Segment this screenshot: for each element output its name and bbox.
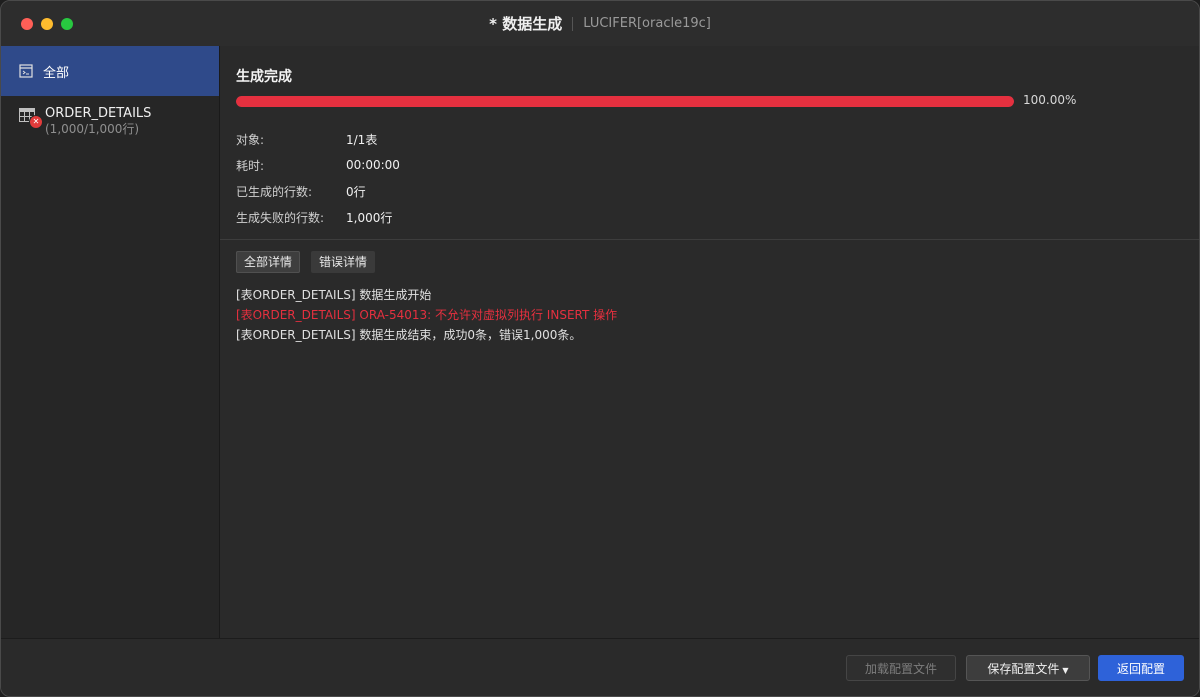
connection-name: LUCIFER[oracle19c] <box>583 16 711 31</box>
table-icon: ✕ <box>19 107 43 129</box>
sidebar-item-all-label: 全部 <box>43 65 70 81</box>
stat-row-failed: 生成失败的行数: 1,000行 <box>236 204 400 230</box>
save-config-button[interactable]: 保存配置文件 ▼ <box>966 655 1090 681</box>
detail-tabs: 全部详情 错误详情 <box>236 251 376 273</box>
data-generation-window: * 数据生成 LUCIFER[oracle19c] 全部 ✕ ORDER_DET… <box>0 0 1200 697</box>
caret-down-icon: ▼ <box>1062 666 1069 675</box>
save-config-label: 保存配置文件 <box>987 662 1060 676</box>
status-title: 生成完成 <box>236 69 292 85</box>
log-line: [表ORDER_DETAILS] 数据生成结束，成功0条，错误1,000条。 <box>236 328 582 342</box>
progress-percent: 100.00% <box>1023 93 1077 107</box>
table-name: ORDER_DETAILS <box>45 106 152 121</box>
progress-bar-fill <box>236 96 1014 107</box>
window-title: * 数据生成 <box>489 15 563 33</box>
section-divider <box>220 239 1199 240</box>
stat-label: 生成失败的行数: <box>236 210 325 225</box>
main-panel: 生成完成 100.00% 对象: 1/1表 耗时: 00:00:00 已生成的行… <box>220 46 1199 638</box>
stat-row-generated: 已生成的行数: 0行 <box>236 178 400 204</box>
log-line-error: [表ORDER_DETAILS] ORA-54013: 不允许对虚拟列执行 IN… <box>236 308 618 322</box>
progress-bar <box>236 96 1014 107</box>
stat-value: 0行 <box>346 184 366 199</box>
title-bar: * 数据生成 LUCIFER[oracle19c] <box>1 1 1199 47</box>
stat-value: 1,000行 <box>346 210 393 225</box>
footer-bar: 加载配置文件 保存配置文件 ▼ 返回配置 <box>1 638 1199 696</box>
stat-label: 已生成的行数: <box>236 184 313 199</box>
log-line: [表ORDER_DETAILS] 数据生成开始 <box>236 288 432 302</box>
sidebar: 全部 ✕ ORDER_DETAILS (1,000/1,000行) <box>1 46 220 638</box>
stat-label: 对象: <box>236 132 265 147</box>
log-output: [表ORDER_DETAILS] 数据生成开始 [表ORDER_DETAILS]… <box>236 285 617 345</box>
table-row-count: (1,000/1,000行) <box>45 122 140 136</box>
tab-error-details[interactable]: 错误详情 <box>311 251 376 273</box>
sidebar-item-text: ORDER_DETAILS (1,000/1,000行) <box>45 106 151 137</box>
stat-value: 00:00:00 <box>346 158 400 172</box>
tab-all-details[interactable]: 全部详情 <box>236 251 301 273</box>
stat-row-elapsed: 耗时: 00:00:00 <box>236 152 400 178</box>
back-to-config-button[interactable]: 返回配置 <box>1098 655 1184 681</box>
console-icon <box>19 64 33 78</box>
stat-label: 耗时: <box>236 158 265 173</box>
stat-value: 1/1表 <box>346 132 378 147</box>
title-divider <box>572 16 574 31</box>
load-config-button[interactable]: 加载配置文件 <box>846 655 956 681</box>
sidebar-item-all[interactable]: 全部 <box>1 46 219 96</box>
title-group: * 数据生成 LUCIFER[oracle19c] <box>1 1 1199 46</box>
stats-list: 对象: 1/1表 耗时: 00:00:00 已生成的行数: 0行 生成失败的行数… <box>236 126 400 230</box>
error-badge-icon: ✕ <box>29 115 43 129</box>
sidebar-item-order-details[interactable]: ✕ ORDER_DETAILS (1,000/1,000行) <box>1 96 219 137</box>
stat-row-objects: 对象: 1/1表 <box>236 126 400 152</box>
